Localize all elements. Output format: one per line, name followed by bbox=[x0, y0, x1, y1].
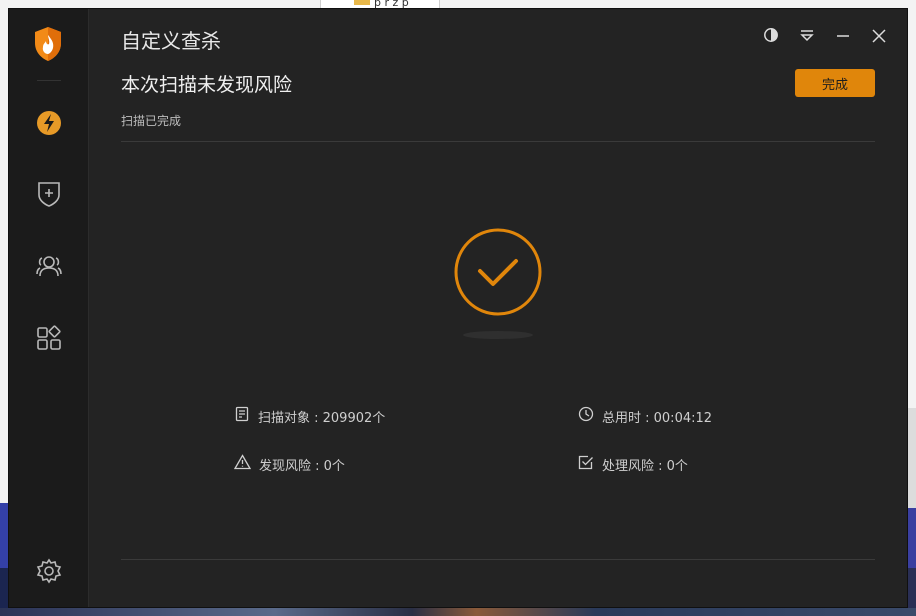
minimize-button[interactable] bbox=[827, 26, 859, 48]
warning-icon bbox=[233, 454, 252, 474]
gear-icon bbox=[36, 558, 62, 588]
shield-plus-icon bbox=[37, 181, 61, 211]
minimize-icon bbox=[836, 28, 850, 47]
desktop-background-bottom bbox=[0, 608, 916, 616]
stat-total-time: 总用时 : 00:04:12 bbox=[578, 406, 712, 426]
sidebar bbox=[9, 9, 89, 607]
scan-result-heading: 本次扫描未发现风险 bbox=[121, 74, 293, 96]
stat-total-time-text: 总用时 : 00:04:12 bbox=[602, 410, 713, 426]
stat-risks-handled: 处理风险 : 0个 bbox=[578, 454, 688, 474]
app-logo-icon bbox=[33, 26, 63, 62]
desktop-background-right bbox=[908, 8, 916, 616]
sidebar-item-apps[interactable] bbox=[33, 324, 65, 356]
lightning-icon bbox=[36, 110, 62, 140]
clock-icon bbox=[578, 406, 594, 426]
desktop-background-top: p r z p bbox=[0, 0, 916, 9]
footer-divider bbox=[121, 559, 875, 560]
stat-risks-handled-text: 处理风险 : 0个 bbox=[602, 458, 688, 474]
close-button[interactable] bbox=[863, 26, 895, 48]
menu-button[interactable] bbox=[791, 26, 823, 48]
done-button[interactable]: 完成 bbox=[795, 69, 875, 97]
window-title: 自定义查杀 bbox=[121, 29, 221, 53]
main-panel: 自定义查杀 本次扫描未发现风险 完成 扫描已完成 扫描对象: 209902个 … bbox=[89, 9, 907, 607]
settings-button[interactable] bbox=[33, 557, 65, 589]
stat-scanned-objects-text: 扫描对象 : 209902个 bbox=[258, 410, 386, 426]
check-circle-icon bbox=[453, 227, 543, 317]
sidebar-item-quick-scan[interactable] bbox=[33, 109, 65, 141]
checkbox-icon bbox=[578, 454, 594, 474]
sidebar-divider bbox=[37, 80, 61, 81]
window-controls bbox=[755, 26, 895, 48]
users-icon bbox=[36, 254, 62, 282]
stat-scanned-objects: 扫描对象 : 209902个 bbox=[234, 406, 385, 426]
header-divider bbox=[121, 141, 875, 142]
stat-risks-found: 发现风险 : 0个 bbox=[233, 454, 345, 474]
document-icon bbox=[234, 406, 250, 426]
apps-grid-icon bbox=[36, 325, 62, 355]
app-window: 自定义查杀 本次扫描未发现风险 完成 扫描已完成 扫描对象: 209902个 … bbox=[8, 8, 908, 608]
menu-dropdown-icon bbox=[799, 28, 815, 47]
result-icon-shadow bbox=[463, 331, 533, 339]
scan-status-text: 扫描已完成 bbox=[121, 114, 182, 128]
folder-icon bbox=[354, 0, 370, 5]
stat-risks-found-text: 发现风险 : 0个 bbox=[259, 458, 345, 474]
desktop-background-left bbox=[0, 8, 8, 616]
close-icon bbox=[872, 28, 886, 47]
contrast-icon bbox=[763, 27, 779, 47]
sidebar-item-users[interactable] bbox=[33, 252, 65, 284]
sidebar-item-protection[interactable] bbox=[33, 180, 65, 212]
theme-toggle-button[interactable] bbox=[755, 26, 787, 48]
